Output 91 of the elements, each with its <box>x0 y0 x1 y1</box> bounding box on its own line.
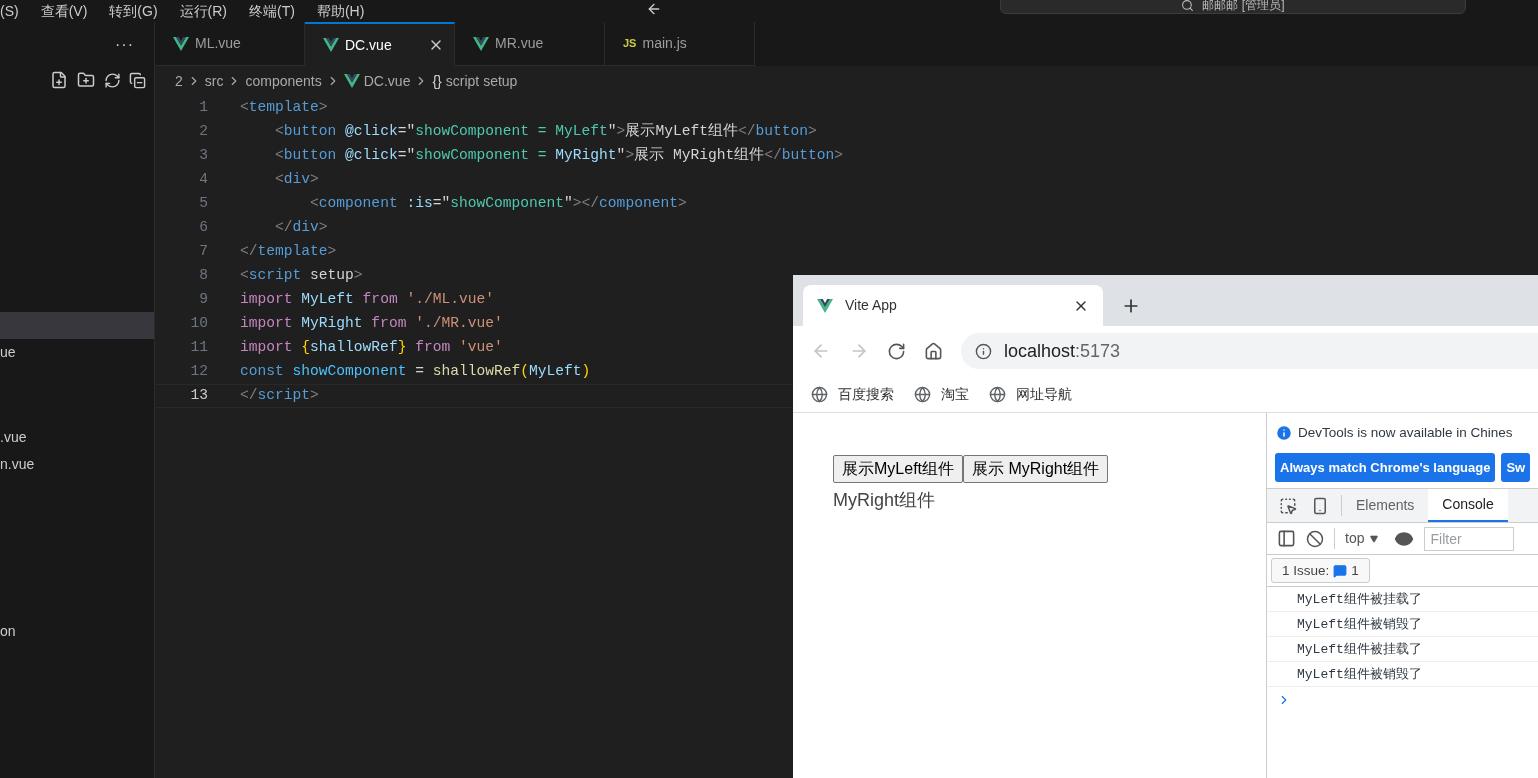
info-icon <box>975 342 992 360</box>
issue-icon <box>1333 563 1348 578</box>
vue-logo-icon <box>473 36 489 51</box>
more-actions[interactable]: ··· <box>115 33 134 57</box>
code-line: <script setup> <box>240 266 363 286</box>
page-button[interactable]: 展示 MyRight组件 <box>963 455 1109 483</box>
code-line: <div> <box>274 170 319 190</box>
vue-logo-icon <box>173 36 189 51</box>
editor-tab[interactable]: JS main.js <box>605 22 755 66</box>
line-number: 9 <box>198 290 208 310</box>
code-line: </script> <box>240 386 319 406</box>
refresh-icon[interactable] <box>104 71 121 89</box>
braces-icon: {} <box>432 70 442 92</box>
line-number: 12 <box>189 362 208 382</box>
code-line: import {shallowRef} from 'vue' <box>240 338 503 358</box>
sidebar-toggle-icon[interactable] <box>1277 529 1296 549</box>
breadcrumb-item[interactable]: 2 <box>175 70 183 92</box>
banner-button[interactable]: Always match Chrome's language <box>1275 453 1496 483</box>
clear-console-icon[interactable] <box>1306 529 1324 548</box>
vue-logo-icon <box>323 38 339 52</box>
globe-icon <box>989 385 1006 403</box>
line-number: 4 <box>198 170 208 190</box>
menu-item[interactable]: 终端(T) <box>249 4 295 18</box>
console-message: MyLeft组件被挂载了 <box>1297 640 1422 659</box>
vue-logo-icon <box>343 74 360 88</box>
line-number: 2 <box>198 122 208 142</box>
editor-tab[interactable]: MR.vue <box>455 22 605 66</box>
code-line: <button @click="showComponent = MyLeft">展示MyLeft组件</button> <box>274 122 817 142</box>
code-line: const showComponent = shallowRef(MyLeft) <box>240 362 591 382</box>
inspect-icon[interactable] <box>1279 496 1297 515</box>
file-tree-row[interactable]: n.vue <box>0 451 154 478</box>
console-message: MyLeft组件被销毁了 <box>1297 665 1422 684</box>
component-text: MyRight组件 <box>833 489 936 512</box>
code-line: <button @click="showComponent = MyRight">展示 MyRight组件</button> <box>274 146 844 166</box>
banner-button[interactable]: Sw <box>1501 453 1531 483</box>
collapse-icon[interactable] <box>129 71 146 89</box>
line-number: 11 <box>189 338 208 358</box>
info-icon <box>1275 424 1293 443</box>
devtools-tab[interactable]: Elements <box>1342 489 1429 523</box>
issues-badge[interactable]: 1 Issue: 1 <box>1271 558 1370 584</box>
js-file-icon: JS <box>623 35 637 52</box>
breadcrumb-item[interactable]: DC.vue <box>363 70 411 92</box>
devtools-tab[interactable]: Console <box>1428 489 1508 523</box>
context-dropdown[interactable]: top <box>1334 528 1379 550</box>
filter-field[interactable]: Filter <box>1424 526 1515 551</box>
bookmark[interactable]: 网址导航 <box>989 383 1072 405</box>
line-number: 3 <box>198 146 208 166</box>
menu-item[interactable]: 帮助(H) <box>316 4 365 18</box>
code-line: </div> <box>274 218 328 238</box>
editor-tab[interactable]: DC.vue <box>305 22 455 66</box>
reload-icon[interactable] <box>887 341 906 361</box>
file-tree-row[interactable]: on <box>0 618 154 645</box>
file-tree-row[interactable]: ue <box>0 339 154 366</box>
breadcrumb-item[interactable]: script setup <box>445 70 518 92</box>
code-line: </template> <box>240 242 337 262</box>
menu-item[interactable]: (S) <box>0 4 19 18</box>
command-search-field[interactable]: 邮邮邮 [管理员] <box>1000 0 1466 14</box>
bookmark[interactable]: 百度搜索 <box>811 383 894 405</box>
code-line: <component :is="showComponent"></component> <box>309 194 687 214</box>
menu-item[interactable]: 运行(R) <box>179 4 227 18</box>
line-number: 5 <box>198 194 208 214</box>
page-button[interactable]: 展示MyLeft组件 <box>833 455 963 483</box>
console-message: MyLeft组件被销毁了 <box>1297 615 1422 634</box>
console-message: MyLeft组件被挂载了 <box>1297 590 1422 609</box>
line-number: 6 <box>198 218 208 238</box>
code-line: <template> <box>240 98 328 118</box>
globe-icon <box>914 385 931 403</box>
browser-tab[interactable]: Vite App <box>803 285 1103 326</box>
caret-icon <box>1370 534 1379 543</box>
device-icon[interactable] <box>1311 495 1329 516</box>
line-number: 1 <box>198 98 208 118</box>
breadcrumb-item[interactable]: src <box>204 70 224 92</box>
new-file-icon[interactable] <box>50 71 68 89</box>
line-number: 7 <box>198 242 208 262</box>
code-line: import MyLeft from './ML.vue' <box>240 290 494 310</box>
vue-logo-icon <box>817 298 833 313</box>
new-folder-icon[interactable] <box>76 71 96 89</box>
code-line: import MyRight from './MR.vue' <box>240 314 503 334</box>
breadcrumb-item[interactable]: components <box>245 70 322 92</box>
menu-item[interactable]: 查看(V) <box>40 4 88 18</box>
address-bar[interactable]: localhost:5173 <box>961 333 1538 369</box>
search-icon <box>1181 0 1195 12</box>
home-icon[interactable] <box>924 341 943 361</box>
line-number: 8 <box>198 266 208 286</box>
menu-item[interactable]: 转到(G) <box>109 4 158 18</box>
globe-icon <box>811 385 828 403</box>
banner-text: DevTools is now available in Chines <box>1298 424 1513 442</box>
line-number: 10 <box>189 314 208 334</box>
file-tree-row[interactable]: .vue <box>0 424 154 451</box>
bookmark[interactable]: 淘宝 <box>914 383 969 405</box>
line-number: 13 <box>189 386 208 406</box>
